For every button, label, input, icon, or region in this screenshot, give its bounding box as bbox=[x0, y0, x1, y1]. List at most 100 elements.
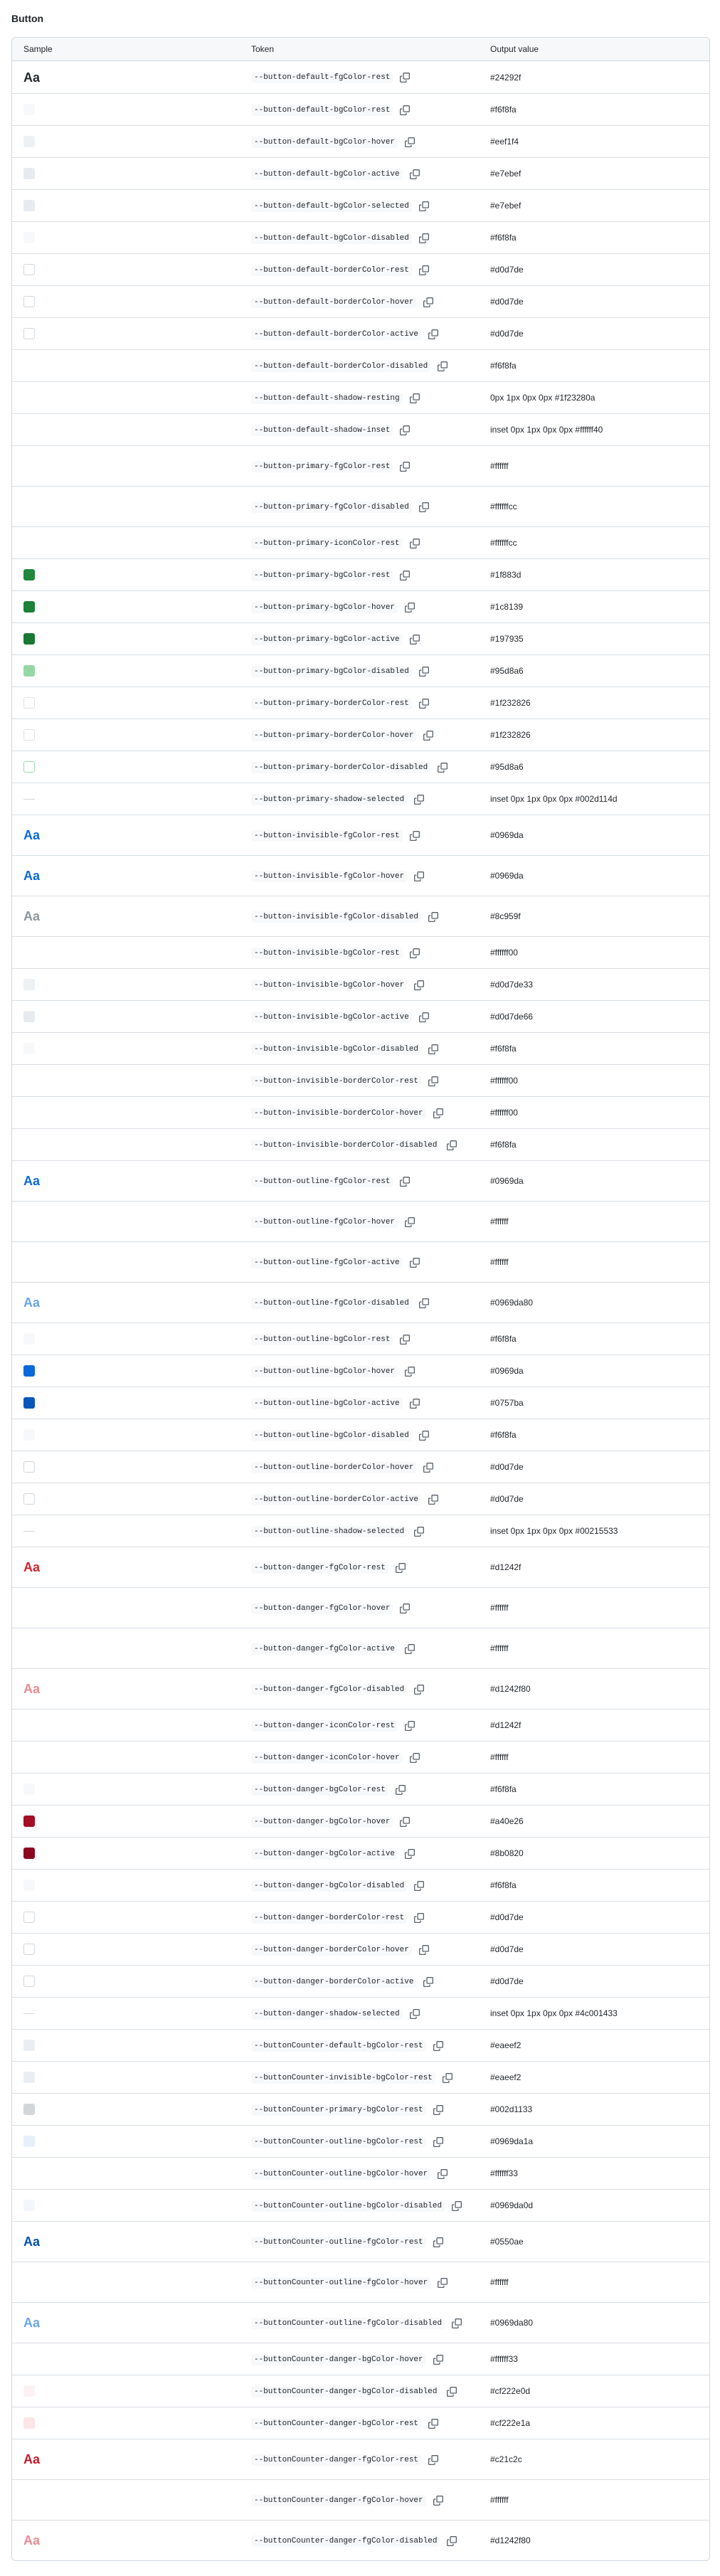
copy-icon[interactable] bbox=[405, 1366, 415, 1377]
token-cell: --button-default-bgColor-selected bbox=[240, 189, 479, 221]
copy-icon[interactable] bbox=[405, 602, 415, 613]
sample-cell bbox=[12, 2407, 240, 2439]
copy-icon[interactable] bbox=[400, 570, 411, 581]
output-value: #1c8139 bbox=[479, 590, 709, 622]
copy-icon[interactable] bbox=[414, 1684, 425, 1695]
copy-icon[interactable] bbox=[405, 137, 415, 147]
copy-icon[interactable] bbox=[405, 1848, 415, 1859]
table-row: --button-primary-fgColor-disabled #ffffff… bbox=[12, 486, 709, 526]
token-cell: --button-outline-bgColor-active bbox=[240, 1387, 479, 1419]
copy-icon[interactable] bbox=[414, 1880, 425, 1891]
copy-icon[interactable] bbox=[400, 1816, 411, 1827]
sample-cell bbox=[12, 1096, 240, 1128]
copy-icon[interactable] bbox=[428, 2454, 439, 2465]
copy-icon[interactable] bbox=[438, 2277, 448, 2288]
token-name: --button-danger-bgColor-hover bbox=[251, 1816, 393, 1828]
sample-cell bbox=[12, 936, 240, 968]
copy-icon[interactable] bbox=[423, 1462, 434, 1473]
table-row: --button-danger-bgColor-disabled #f6f8fa bbox=[12, 1869, 709, 1901]
output-value: #f6f8fa bbox=[479, 1032, 709, 1064]
copy-icon[interactable] bbox=[418, 502, 429, 512]
copy-icon[interactable] bbox=[418, 1944, 429, 1955]
copy-icon[interactable] bbox=[433, 2104, 443, 2115]
sample-cell: Aa bbox=[12, 896, 240, 936]
copy-icon[interactable] bbox=[400, 425, 411, 435]
copy-icon[interactable] bbox=[414, 871, 425, 881]
copy-icon[interactable] bbox=[438, 762, 448, 773]
copy-icon[interactable] bbox=[409, 393, 420, 403]
copy-icon[interactable] bbox=[418, 233, 429, 243]
copy-icon[interactable] bbox=[409, 1398, 420, 1409]
table-row: --button-default-borderColor-disabled #f6… bbox=[12, 349, 709, 381]
copy-icon[interactable] bbox=[428, 1494, 439, 1505]
copy-icon[interactable] bbox=[405, 1217, 415, 1227]
copy-icon[interactable] bbox=[395, 1562, 406, 1573]
table-row: --buttonCounter-outline-bgColor-rest #096… bbox=[12, 2125, 709, 2157]
copy-icon[interactable] bbox=[433, 2040, 443, 2051]
copy-icon[interactable] bbox=[414, 980, 425, 990]
output-value: inset 0px 1px 0px 0px #00215533 bbox=[479, 1515, 709, 1547]
copy-icon[interactable] bbox=[395, 1784, 406, 1795]
color-swatch bbox=[23, 697, 35, 709]
token-cell: --button-danger-shadow-selected bbox=[240, 1997, 479, 2029]
copy-icon[interactable] bbox=[418, 201, 429, 211]
copy-icon[interactable] bbox=[418, 698, 429, 709]
copy-icon[interactable] bbox=[414, 1912, 425, 1923]
copy-icon[interactable] bbox=[418, 666, 429, 677]
copy-icon[interactable] bbox=[409, 2008, 420, 2019]
token-name: --buttonCounter-danger-fgColor-disabled bbox=[251, 2535, 440, 2547]
copy-icon[interactable] bbox=[423, 297, 434, 307]
copy-icon[interactable] bbox=[438, 2168, 448, 2179]
copy-icon[interactable] bbox=[442, 2072, 452, 2083]
copy-icon[interactable] bbox=[428, 1076, 439, 1086]
copy-icon[interactable] bbox=[447, 2535, 457, 2546]
copy-icon[interactable] bbox=[400, 73, 411, 83]
copy-icon[interactable] bbox=[409, 830, 420, 841]
copy-icon[interactable] bbox=[400, 461, 411, 472]
copy-icon[interactable] bbox=[409, 169, 420, 179]
copy-icon[interactable] bbox=[452, 2318, 462, 2328]
copy-icon[interactable] bbox=[452, 2200, 462, 2211]
output-value: #d0d7de bbox=[479, 253, 709, 285]
token-cell: --button-invisible-fgColor-disabled bbox=[240, 896, 479, 936]
copy-icon[interactable] bbox=[428, 2418, 439, 2429]
table-row: --button-default-shadow-inset inset 0px 1… bbox=[12, 413, 709, 445]
copy-icon[interactable] bbox=[400, 1334, 411, 1345]
copy-icon[interactable] bbox=[414, 794, 425, 805]
copy-icon[interactable] bbox=[428, 911, 439, 922]
copy-icon[interactable] bbox=[405, 1643, 415, 1654]
copy-icon[interactable] bbox=[423, 730, 434, 741]
token-name: --button-invisible-borderColor-rest bbox=[251, 1075, 422, 1087]
copy-icon[interactable] bbox=[433, 1108, 443, 1118]
copy-icon[interactable] bbox=[409, 634, 420, 645]
copy-icon[interactable] bbox=[409, 1257, 420, 1268]
copy-icon[interactable] bbox=[418, 265, 429, 275]
token-cell: --buttonCounter-primary-bgColor-rest bbox=[240, 2093, 479, 2125]
copy-icon[interactable] bbox=[400, 105, 411, 115]
copy-icon[interactable] bbox=[423, 1976, 434, 1987]
copy-icon[interactable] bbox=[428, 1044, 439, 1054]
table-row: --button-primary-borderColor-rest #1f2328… bbox=[12, 687, 709, 719]
output-value: #ffffff bbox=[479, 1741, 709, 1773]
copy-icon[interactable] bbox=[438, 361, 448, 371]
copy-icon[interactable] bbox=[409, 948, 420, 958]
copy-icon[interactable] bbox=[433, 2495, 443, 2506]
copy-icon[interactable] bbox=[405, 1720, 415, 1731]
copy-icon[interactable] bbox=[433, 2354, 443, 2365]
copy-icon[interactable] bbox=[447, 1140, 457, 1150]
copy-icon[interactable] bbox=[433, 2136, 443, 2147]
copy-icon[interactable] bbox=[447, 2386, 457, 2397]
copy-icon[interactable] bbox=[409, 1752, 420, 1763]
table-row: --buttonCounter-danger-bgColor-hover #fff… bbox=[12, 2343, 709, 2375]
copy-icon[interactable] bbox=[433, 2237, 443, 2247]
copy-icon[interactable] bbox=[400, 1176, 411, 1187]
copy-icon[interactable] bbox=[409, 538, 420, 548]
copy-icon[interactable] bbox=[418, 1298, 429, 1308]
sample-cell bbox=[12, 2125, 240, 2157]
header-output-value: Output value bbox=[479, 38, 709, 61]
copy-icon[interactable] bbox=[418, 1012, 429, 1022]
copy-icon[interactable] bbox=[418, 1430, 429, 1441]
copy-icon[interactable] bbox=[414, 1526, 425, 1537]
copy-icon[interactable] bbox=[428, 329, 439, 339]
copy-icon[interactable] bbox=[400, 1603, 411, 1613]
